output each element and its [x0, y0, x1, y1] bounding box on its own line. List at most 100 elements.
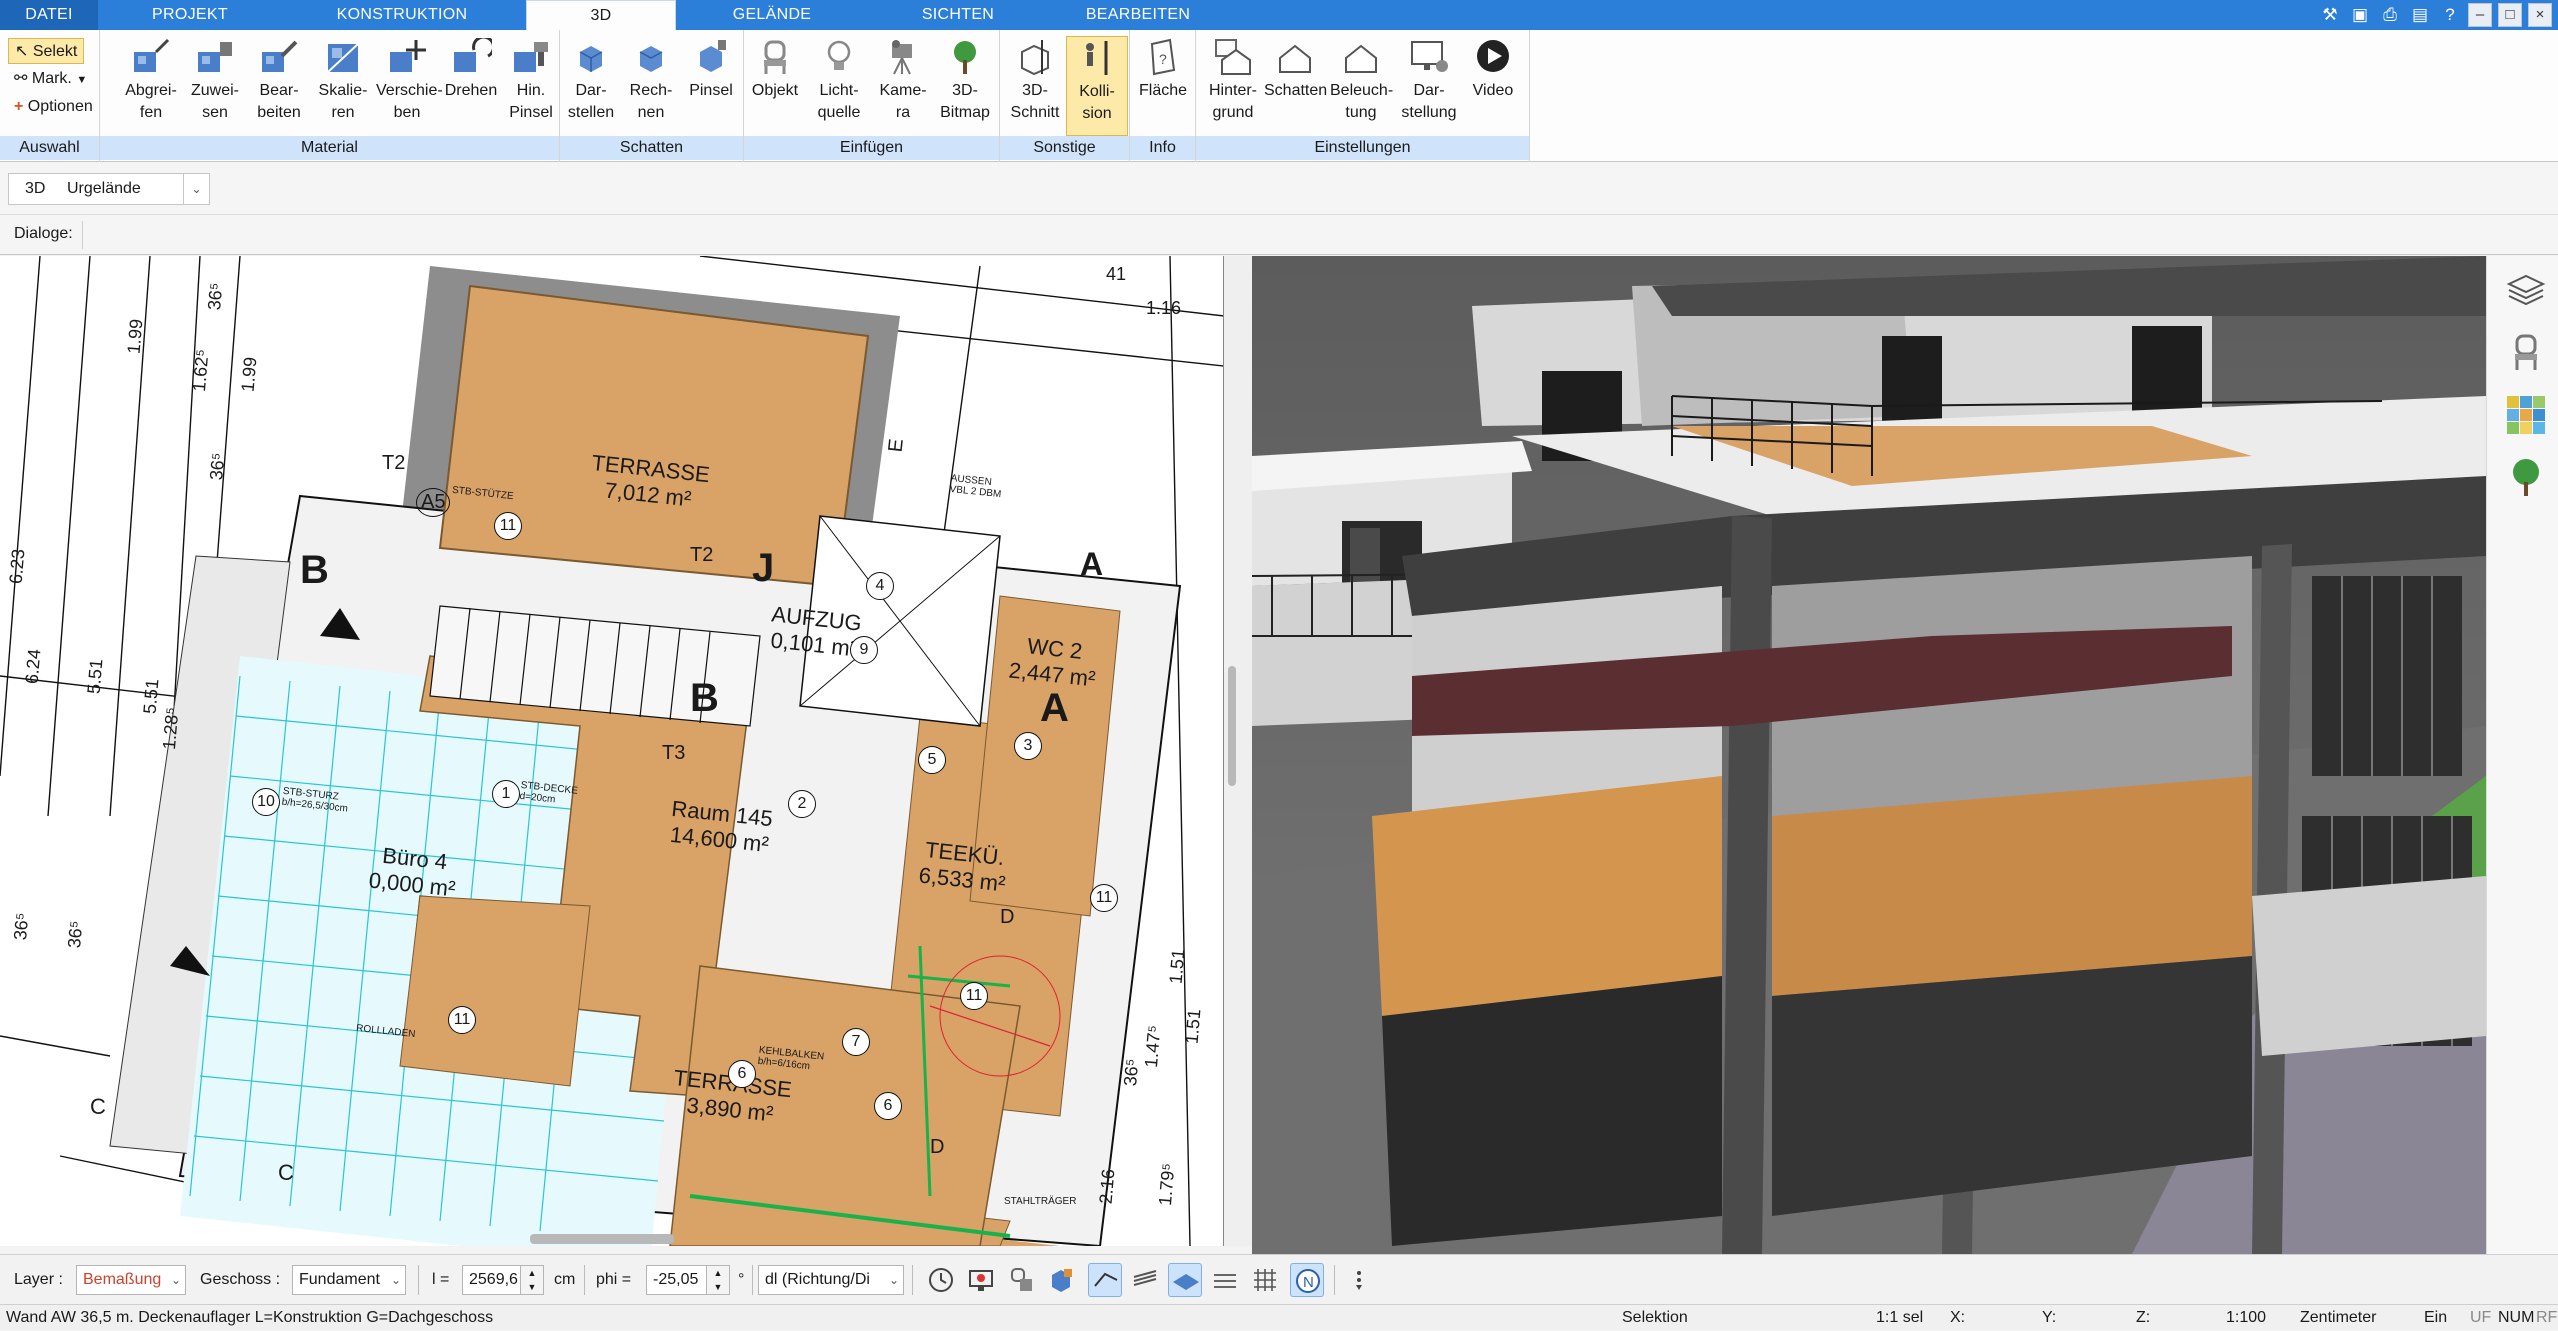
objekt-button[interactable]: Objekt	[744, 36, 806, 136]
plane-icon[interactable]	[1168, 1263, 1202, 1297]
hintergrund-button[interactable]: Hinter- grund	[1202, 36, 1264, 136]
bitmap-3d-button[interactable]: 3D- Bitmap	[934, 36, 996, 136]
chevron-down-icon: ⌄	[170, 1273, 181, 1287]
chevron-down-icon[interactable]: ⌄	[183, 174, 209, 204]
status-scale: 1:100	[2226, 1309, 2267, 1326]
schnitt-3d-button[interactable]: 3D- Schnitt	[1004, 36, 1066, 136]
phi-stepper[interactable]: ▲ ▼	[706, 1265, 730, 1295]
status-x: X:	[1950, 1309, 1966, 1326]
group-label-info: Info	[1130, 136, 1195, 160]
print-icon[interactable]: ⎙	[2378, 3, 2402, 27]
tab-3d[interactable]: 3D	[526, 0, 676, 30]
dropdown-arrow-icon: ▼	[76, 74, 88, 86]
dimension-label: 1.99	[123, 318, 147, 355]
group-material: Abgrei- fen Zuwei- sen Bear- beiten Skal…	[100, 30, 560, 162]
ribbon-tab-bar: DATEI PROJEKT KONSTRUKTION 3D GELÄNDE SI…	[0, 0, 2558, 30]
tab-sichten[interactable]: SICHTEN	[872, 0, 1044, 30]
length-label: l =	[432, 1271, 450, 1288]
terrain-selector[interactable]: 3D Urgelände ⌄	[8, 173, 210, 205]
levels-icon[interactable]	[1208, 1263, 1242, 1297]
grid-icon[interactable]	[1248, 1263, 1282, 1297]
dl-select[interactable]: dl (Richtung/Di ⌄	[758, 1265, 904, 1295]
dimension-label: 36⁵	[1120, 1057, 1143, 1088]
room-label-buero4[interactable]: Büro 4 0,000 m²	[368, 842, 460, 903]
section-mark-a-top: A	[1080, 546, 1104, 582]
layers-icon[interactable]	[2505, 270, 2547, 312]
beleuchtung-button[interactable]: Beleuch- tung	[1330, 36, 1393, 136]
pipette-icon	[134, 38, 170, 72]
optionen-button[interactable]: + Optionen	[8, 94, 99, 120]
video-button[interactable]: Video	[1462, 36, 1524, 136]
palette-icon[interactable]	[2505, 394, 2547, 436]
tab-gelaende[interactable]: GELÄNDE	[690, 0, 854, 30]
hatch-icon[interactable]	[1128, 1263, 1162, 1297]
einst-schatten-button[interactable]: Schatten	[1264, 36, 1327, 136]
drehen-button[interactable]: Drehen	[440, 36, 502, 136]
view-splitter[interactable]	[1224, 256, 1252, 1246]
phi-unit: °	[738, 1271, 745, 1288]
skalieren-button[interactable]: Skalie- ren	[312, 36, 374, 136]
toolbar-icon[interactable]: ▤	[2408, 3, 2432, 27]
3d-view[interactable]	[1252, 256, 2486, 1254]
room-label-raum145[interactable]: Raum 145 14,600 m²	[668, 796, 774, 858]
clock-icon[interactable]	[924, 1263, 958, 1297]
schatten-pinsel-button[interactable]: Pinsel	[680, 36, 742, 136]
close-button[interactable]: ×	[2528, 3, 2552, 27]
tab-projekt[interactable]: PROJEKT	[102, 0, 278, 30]
marker-circle: 1	[492, 780, 520, 808]
flaeche-button[interactable]: ? Fläche	[1132, 36, 1194, 136]
divider	[912, 1265, 913, 1295]
help-icon[interactable]: ?	[2438, 3, 2462, 27]
darstellen-button[interactable]: Dar- stellen	[560, 36, 622, 136]
lichtquelle-button[interactable]: Licht- quelle	[808, 36, 870, 136]
mark-button[interactable]: ⚯ Mark. ▼	[8, 66, 93, 92]
view-toolbar: 3D Urgelände ⌄	[0, 163, 2558, 215]
cube-color-icon[interactable]	[1044, 1263, 1078, 1297]
rechnen-button[interactable]: Rech- nen	[620, 36, 682, 136]
selekt-button[interactable]: ↖ Selekt	[8, 38, 85, 64]
dimension-label: 1.16	[1146, 298, 1182, 318]
dialoge-label: Dialoge:	[14, 225, 73, 242]
minimize-button[interactable]: –	[2468, 3, 2492, 27]
maximize-button[interactable]: □	[2498, 3, 2522, 27]
dialog-bar: Dialoge:	[0, 215, 2558, 255]
dimension-label: 1.62⁵	[188, 348, 213, 393]
zuweisen-button[interactable]: Zuwei- sen	[184, 36, 246, 136]
area-info-icon: ?	[1150, 38, 1176, 76]
north-icon[interactable]: N	[1290, 1263, 1324, 1297]
darstellung-button[interactable]: Dar- stellung	[1398, 36, 1460, 136]
window-layout-icon[interactable]: ▣	[2348, 3, 2372, 27]
geschoss-select[interactable]: Fundament ⌄	[292, 1265, 406, 1295]
marker-circle: 11	[1090, 884, 1118, 912]
room-label-teekue[interactable]: TEEKÜ. 6,533 m²	[918, 837, 1010, 898]
tree-icon[interactable]	[2505, 456, 2547, 498]
tools-icon[interactable]: ⚒	[2318, 3, 2342, 27]
bearbeiten-button[interactable]: Bear- beiten	[248, 36, 310, 136]
property-bar: Layer : Bemaßung ⌄ Geschoss : Fundament …	[0, 1254, 2558, 1304]
vertical-scrollbar-thumb[interactable]	[1228, 666, 1236, 786]
chair-icon[interactable]	[2505, 332, 2547, 374]
tab-datei[interactable]: DATEI	[0, 0, 98, 30]
room-label-aufzug[interactable]: AUFZUG 0,101 m²	[768, 601, 862, 662]
more-options-icon[interactable]	[1342, 1263, 1376, 1297]
group-einfuegen: Objekt Licht- quelle Kame- ra 3D- Bitmap…	[744, 30, 1000, 162]
room-label-wc2[interactable]: WC 2 2,447 m²	[1008, 632, 1100, 693]
cube-calc-icon	[639, 46, 663, 72]
wall-tool-icon[interactable]	[1088, 1263, 1122, 1297]
kollision-button[interactable]: Kolli- sion	[1066, 36, 1128, 136]
layer-select[interactable]: Bemaßung ⌄	[76, 1265, 186, 1295]
abgreifen-button[interactable]: Abgrei- fen	[120, 36, 182, 136]
tab-konstruktion[interactable]: KONSTRUKTION	[296, 0, 508, 30]
objects-icon[interactable]	[1004, 1263, 1038, 1297]
group-label-sonstige: Sonstige	[1000, 136, 1129, 160]
hin-pinsel-button[interactable]: Hin. Pinsel	[500, 36, 562, 136]
monitor-icon[interactable]	[964, 1263, 998, 1297]
divider	[82, 221, 83, 249]
length-stepper[interactable]: ▲ ▼	[520, 1265, 544, 1295]
tab-bearbeiten[interactable]: BEARBEITEN	[1052, 0, 1224, 30]
dimension-label: 2.16	[1095, 1168, 1119, 1205]
horizontal-scrollbar-thumb[interactable]	[530, 1234, 674, 1244]
verschieben-button[interactable]: Verschie- ben	[376, 36, 443, 136]
kamera-button[interactable]: Kame- ra	[872, 36, 934, 136]
floor-plan-view[interactable]: TERRASSE 7,012 m² AUFZUG 0,101 m² WC 2 2,44…	[0, 256, 1224, 1246]
